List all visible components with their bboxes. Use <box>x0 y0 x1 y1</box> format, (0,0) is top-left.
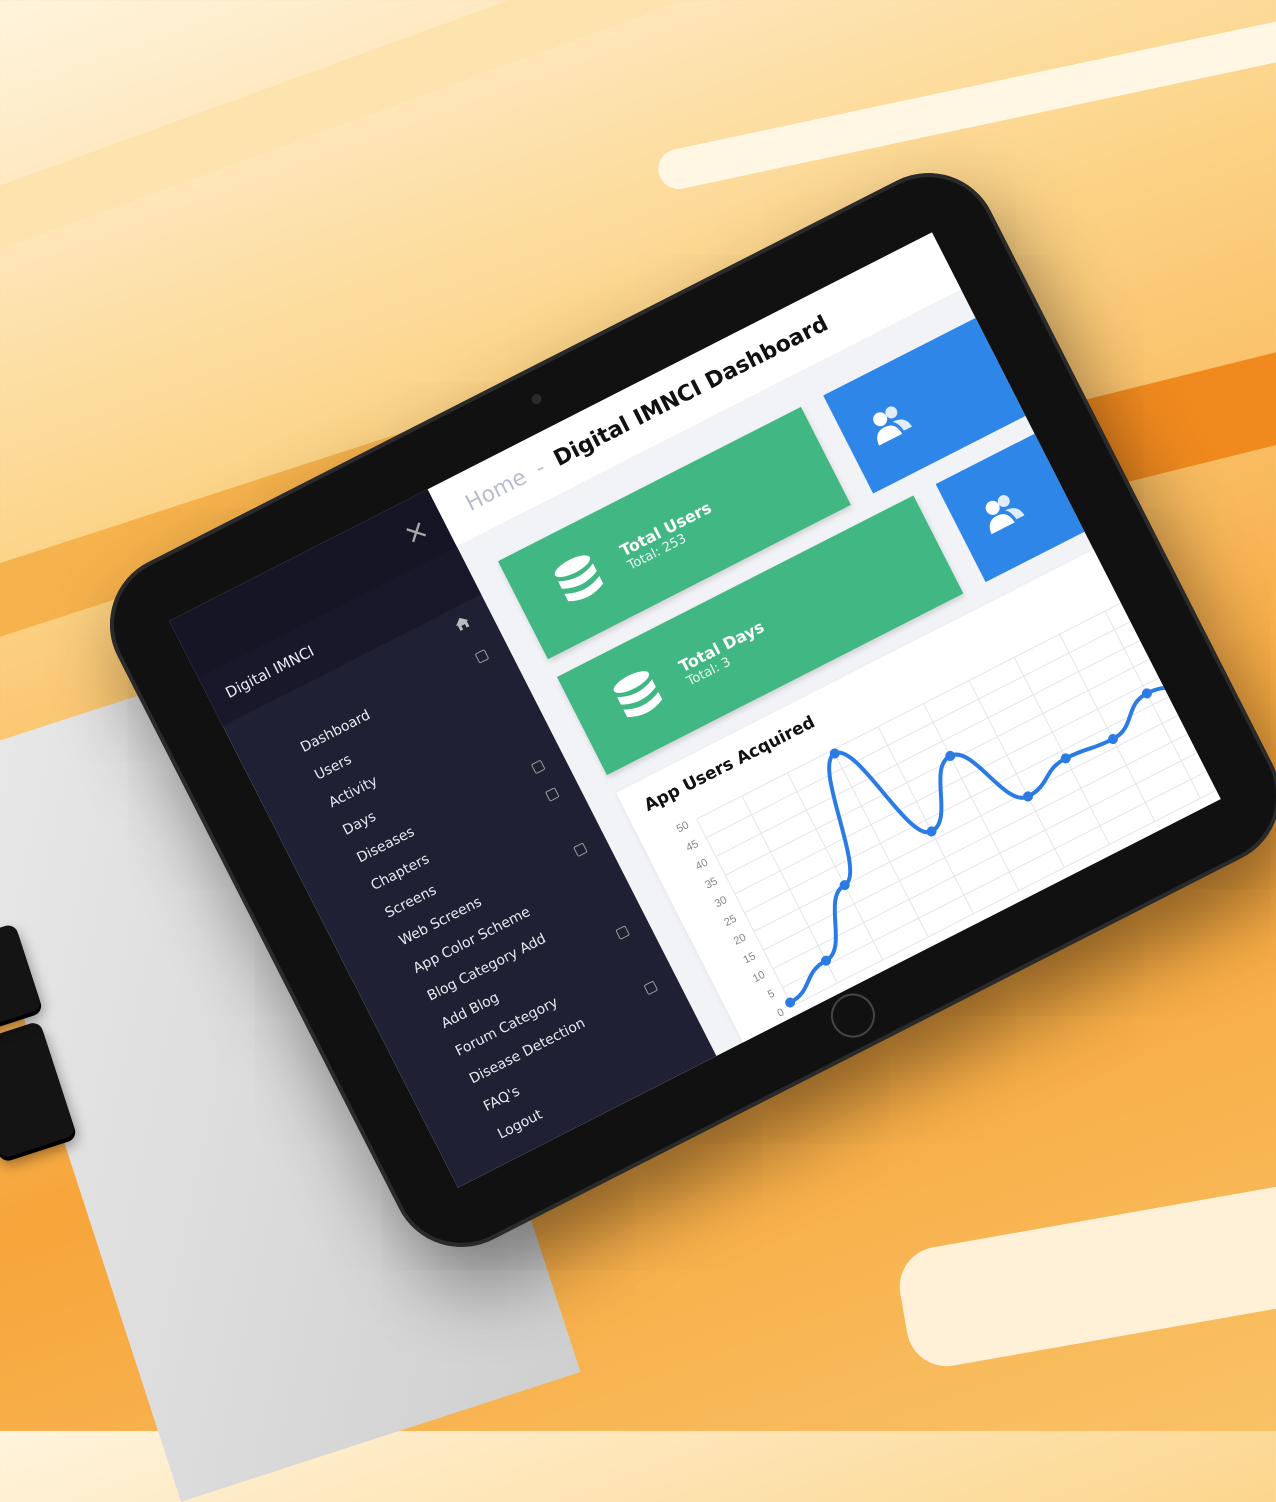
y-tick-label: 40 <box>694 857 710 873</box>
y-tick-label: 15 <box>741 950 757 966</box>
database-icon <box>613 671 663 718</box>
database-icon <box>554 555 604 602</box>
stat-card-text: Total Users Total: 253 <box>617 498 722 574</box>
data-point <box>1192 676 1203 687</box>
y-tick-label: 35 <box>703 875 719 891</box>
y-tick-label: 30 <box>713 894 729 910</box>
background-stripe <box>0 0 784 273</box>
y-tick-label: 50 <box>675 819 691 835</box>
x-tick-label: November <box>1094 843 1141 874</box>
x-tick-label: July <box>925 942 946 960</box>
expand-icon[interactable] <box>573 842 588 858</box>
y-tick-label: 0 <box>775 1006 786 1019</box>
y-tick-label: 25 <box>722 913 738 929</box>
grid-line <box>1013 657 1111 845</box>
grid-line <box>923 703 1020 891</box>
background-stripe <box>893 1167 1276 1373</box>
grid-line <box>741 795 838 984</box>
breadcrumb-separator: - <box>530 454 550 481</box>
expand-icon[interactable] <box>615 925 631 940</box>
breadcrumb-home[interactable]: Home <box>461 464 530 516</box>
tablet-screen: × Digital IMNCI Dashboard Users Activity Da… <box>169 232 1221 1188</box>
grid-line <box>1059 633 1156 822</box>
grid-line <box>1195 564 1221 753</box>
y-tick-label: 45 <box>684 838 700 854</box>
close-icon[interactable]: × <box>398 511 434 551</box>
x-tick-label: August <box>964 916 997 940</box>
x-tick-label: September <box>1002 888 1051 920</box>
y-tick-label: 20 <box>732 931 748 947</box>
grid-line <box>696 818 793 1007</box>
expand-icon[interactable] <box>544 787 560 802</box>
x-tick-label: June <box>878 964 903 984</box>
home-icon[interactable] <box>452 613 473 633</box>
x-tick-label: December <box>1139 819 1186 850</box>
x-tick-label: April <box>788 1011 811 1030</box>
stat-card-text: Total Days Total: 3 <box>676 617 774 689</box>
x-tick-label: October <box>1053 868 1090 894</box>
x-tick-label: January <box>1189 799 1221 825</box>
grid-line <box>1104 610 1201 799</box>
users-icon <box>985 495 1025 535</box>
y-tick-label: 10 <box>751 969 767 985</box>
expand-icon[interactable] <box>530 759 546 775</box>
expand-icon[interactable] <box>643 980 659 996</box>
users-icon <box>873 406 912 446</box>
tablet-camera <box>529 392 544 406</box>
expand-icon[interactable] <box>474 648 490 664</box>
y-tick-label: 5 <box>766 988 777 1001</box>
